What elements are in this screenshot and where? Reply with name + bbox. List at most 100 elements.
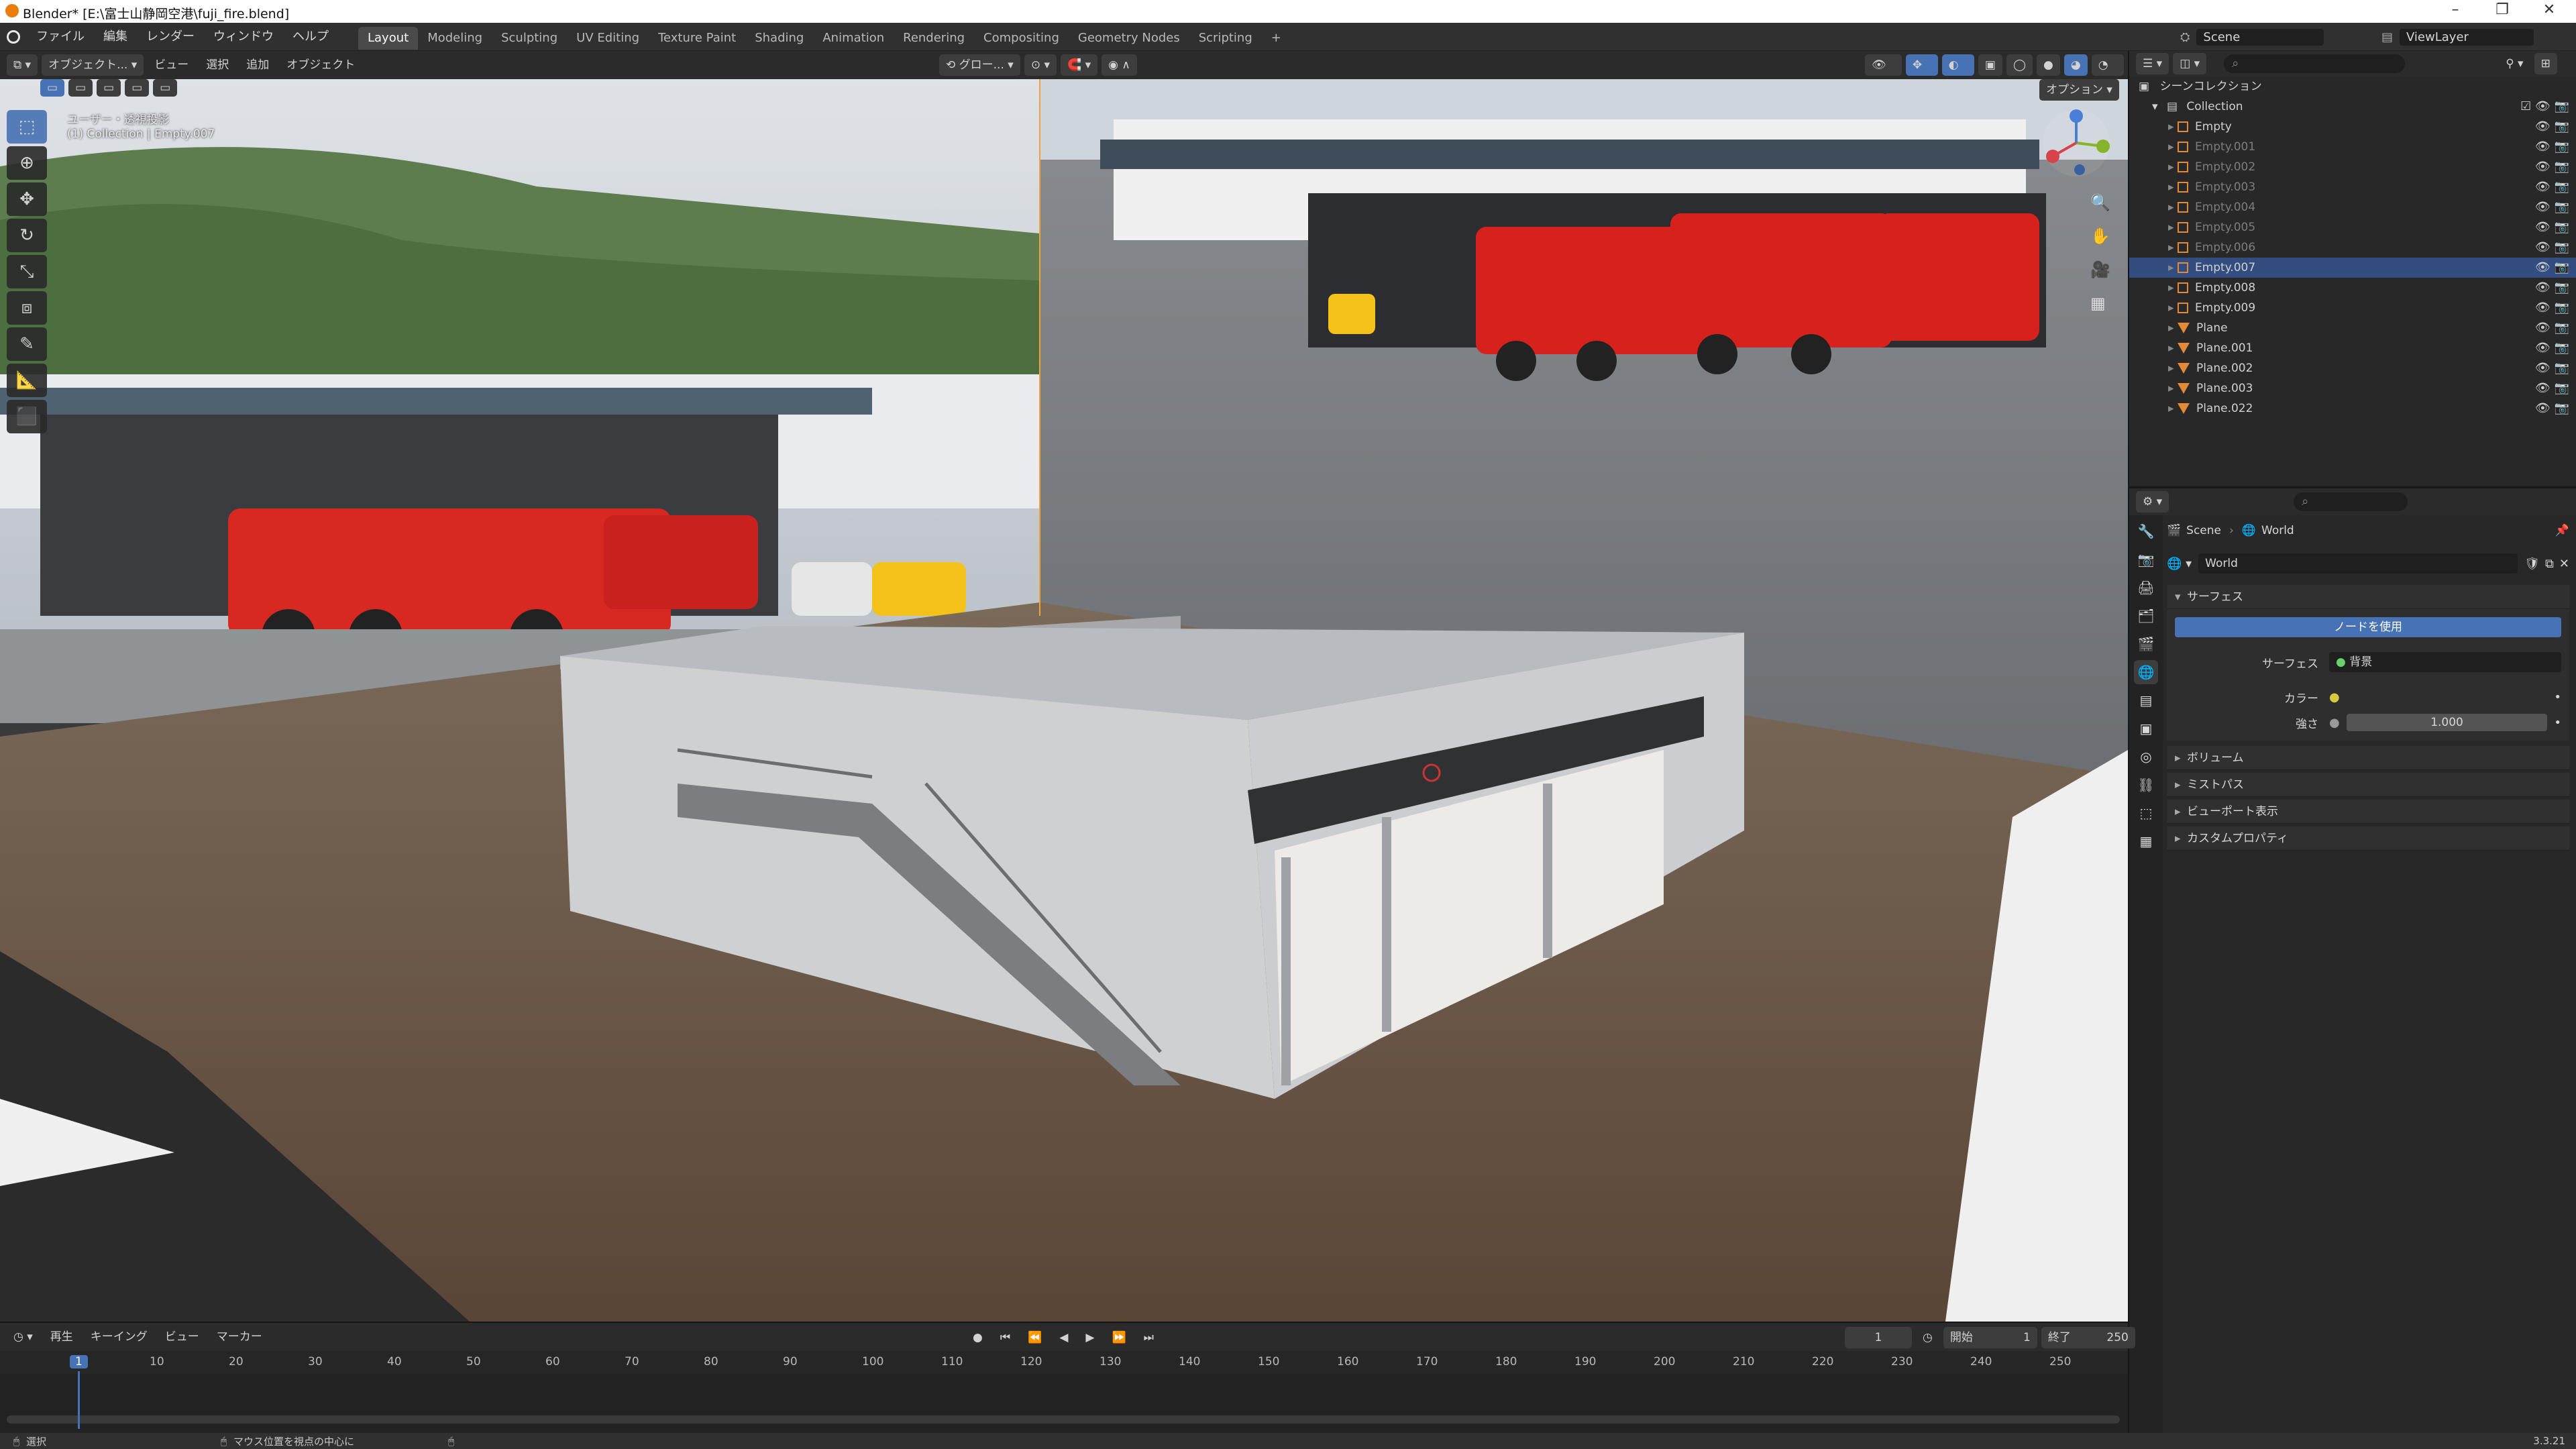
surface-panel-header[interactable]: サーフェス	[2167, 585, 2569, 609]
expand-arrow-icon[interactable]: ▸	[2168, 201, 2178, 214]
3d-viewport[interactable]: ユーザー・透視投影 (1) Collection | Empty.007 オプシ…	[0, 79, 2128, 1322]
expand-arrow-icon[interactable]: ▸	[2168, 301, 2178, 315]
timeline-area[interactable]: 1 10 20 30 40 50 60 70 80 90 100 110 120 130 140 150 160…	[0, 1351, 2128, 1433]
render-tab-icon[interactable]: 📷	[2134, 547, 2158, 572]
menu-marker[interactable]: マーカー	[210, 1326, 269, 1348]
visibility-toggle-icon[interactable]: 👁 📷	[2535, 358, 2569, 378]
xray-icon[interactable]: ▣	[1978, 54, 2002, 76]
object-tab-icon[interactable]: ▣	[2134, 716, 2158, 741]
outliner-item[interactable]: ▸ Plane 👁 📷	[2129, 318, 2576, 338]
collection-tab-icon[interactable]: ▤	[2134, 688, 2158, 712]
tab-modeling[interactable]: Modeling	[418, 27, 492, 50]
visibility-toggle-icon[interactable]: 👁 📷	[2535, 137, 2569, 157]
jump-keyframe-back-icon[interactable]: ⏪	[1021, 1327, 1049, 1348]
editor-type-button[interactable]: ⧉ ▾	[7, 54, 38, 76]
shading-wireframe-icon[interactable]: ◯	[2006, 54, 2033, 76]
perspective-toggle-icon[interactable]: ▦	[2090, 294, 2106, 313]
output-tab-icon[interactable]: 🖨	[2134, 576, 2158, 600]
timeline-scrollbar[interactable]	[7, 1415, 2120, 1424]
zoom-icon[interactable]: 🔍	[2090, 193, 2110, 212]
pin-icon[interactable]: 📌	[2555, 524, 2569, 537]
menu-object[interactable]: オブジェクト	[280, 54, 362, 76]
end-frame-field[interactable]: 終了 250	[2041, 1327, 2135, 1348]
visibility-toggle-icon[interactable]: 👁 📷	[2535, 338, 2569, 358]
tab-shading[interactable]: Shading	[745, 27, 813, 50]
outliner-editor-type-icon[interactable]: ☰ ▾	[2136, 53, 2169, 74]
view-layer-selector[interactable]: ▤ ViewLayer	[2381, 27, 2534, 47]
select-extend-icon[interactable]: ▭	[68, 79, 93, 97]
expand-arrow-icon[interactable]: ▸	[2168, 281, 2178, 294]
menu-keying[interactable]: キーイング	[84, 1326, 154, 1348]
filter-icon[interactable]: ⚲ ▾	[2499, 53, 2530, 74]
options-dropdown[interactable]: オプション ▾	[2039, 79, 2119, 101]
texture-tab-icon[interactable]: ▦	[2134, 829, 2158, 853]
menu-window[interactable]: ウィンドウ	[204, 23, 283, 51]
transform-tool-icon[interactable]: ⧈	[7, 291, 47, 325]
menu-help[interactable]: ヘルプ	[283, 23, 338, 51]
scale-tool-icon[interactable]: ⤡	[7, 255, 47, 288]
tab-uv-editing[interactable]: UV Editing	[567, 27, 649, 50]
strength-socket-icon[interactable]: ●	[2329, 716, 2340, 730]
transform-orientation-dropdown[interactable]: ⟲ グロー... ▾	[939, 54, 1020, 76]
measure-tool-icon[interactable]: 📐	[7, 364, 47, 397]
strength-field[interactable]: 1.000	[2346, 714, 2548, 731]
tab-geometry-nodes[interactable]: Geometry Nodes	[1069, 27, 1189, 50]
menu-view[interactable]: ビュー	[148, 54, 195, 76]
visibility-toggle-icon[interactable]: 👁 📷	[2535, 237, 2569, 258]
outliner-item[interactable]: ▸ Plane.001 👁 📷	[2129, 338, 2576, 358]
move-tool-icon[interactable]: ✥	[7, 182, 47, 216]
menu-playback[interactable]: 再生	[44, 1326, 80, 1348]
collection-expand-icon[interactable]: ▾	[2152, 100, 2158, 113]
tab-compositing[interactable]: Compositing	[974, 27, 1069, 50]
gizmo-icon[interactable]: ✥ ▾	[1905, 54, 1938, 93]
tab-rendering[interactable]: Rendering	[894, 27, 974, 50]
menu-timeline-view[interactable]: ビュー	[158, 1326, 206, 1348]
menu-file[interactable]: ファイル	[27, 23, 94, 51]
surface-shader-field[interactable]: ● 背景	[2329, 652, 2561, 672]
expand-arrow-icon[interactable]: ▸	[2168, 341, 2178, 355]
mist-pass-panel-header[interactable]: ミストパス	[2167, 773, 2569, 797]
expand-arrow-icon[interactable]: ▸	[2168, 261, 2178, 274]
select-tool-icon[interactable]: ⬚	[7, 110, 47, 144]
outliner-search-input[interactable]: ⌕	[2224, 54, 2406, 73]
add-workspace-icon[interactable]: +	[1262, 27, 1291, 50]
snap-icon[interactable]: 🧲 ▾	[1061, 54, 1098, 76]
pan-hand-icon[interactable]: ✋	[2090, 227, 2110, 246]
outliner-item[interactable]: ▸ Empty.002 👁 📷	[2129, 157, 2576, 177]
menu-select[interactable]: 選択	[199, 54, 235, 76]
viewport-display-panel-header[interactable]: ビューポート表示	[2167, 800, 2569, 824]
fake-user-icon[interactable]: 🛡	[2524, 557, 2540, 571]
visibility-toggle-icon[interactable]: 👁 📷	[2535, 217, 2569, 237]
select-subtract-icon[interactable]: ▭	[97, 79, 121, 97]
scene-tab-icon[interactable]: 🎬	[2134, 632, 2158, 656]
tab-scripting[interactable]: Scripting	[1189, 27, 1262, 50]
jump-start-icon[interactable]: ⏮	[994, 1327, 1017, 1348]
outliner-display-mode-icon[interactable]: ◫ ▾	[2173, 53, 2207, 74]
outliner-item[interactable]: ▸ Empty.004 👁 📷	[2129, 197, 2576, 217]
expand-arrow-icon[interactable]: ▸	[2168, 180, 2178, 194]
camera-view-icon[interactable]: 🎥	[2090, 260, 2110, 279]
outliner-scene-collection[interactable]: ▣ シーンコレクション	[2129, 76, 2576, 97]
start-frame-field[interactable]: 開始 1	[1943, 1327, 2037, 1348]
expand-arrow-icon[interactable]: ▸	[2168, 241, 2178, 254]
data-tab-icon[interactable]: ⬚	[2134, 801, 2158, 825]
visibility-toggle-icon[interactable]: 👁 📷	[2535, 157, 2569, 177]
world-name-field[interactable]: World	[2198, 553, 2518, 574]
playhead[interactable]	[78, 1371, 80, 1429]
outliner-item[interactable]: ▸ Empty.006 👁 📷	[2129, 237, 2576, 258]
select-new-icon[interactable]: ▭	[40, 79, 65, 97]
visibility-toggle-icon[interactable]: 👁 📷	[2535, 278, 2569, 298]
scene-name[interactable]: Scene	[2196, 28, 2324, 46]
overlay-icon[interactable]: ◐ ▾	[1941, 54, 1974, 93]
color-swatch[interactable]	[2347, 688, 2555, 706]
visibility-toggle-icon[interactable]: 👁 📷	[2535, 177, 2569, 197]
shading-solid-icon[interactable]: ●	[2037, 54, 2060, 76]
play-icon[interactable]: ▶	[1079, 1327, 1101, 1348]
cursor-tool-icon[interactable]: ⊕	[7, 146, 47, 180]
select-invert-icon[interactable]: ▭	[125, 79, 150, 97]
expand-arrow-icon[interactable]: ▸	[2168, 160, 2178, 174]
view-layer-tab-icon[interactable]: 🗂	[2134, 604, 2158, 628]
color-keyframe-icon[interactable]: •	[2554, 690, 2561, 704]
properties-editor-type-icon[interactable]: ⚙ ▾	[2136, 491, 2169, 513]
unlink-icon[interactable]: ✕	[2559, 557, 2569, 571]
